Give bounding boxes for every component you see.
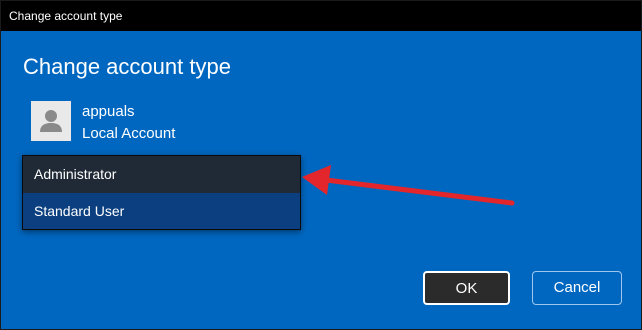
- user-avatar-icon: [31, 101, 71, 141]
- change-account-type-dialog: Change account type Change account type …: [0, 0, 642, 330]
- cancel-button[interactable]: Cancel: [532, 271, 622, 305]
- option-administrator[interactable]: Administrator: [23, 156, 300, 192]
- option-standard-user[interactable]: Standard User: [23, 193, 300, 229]
- window-title: Change account type: [9, 9, 123, 23]
- title-bar: Change account type: [1, 1, 641, 31]
- dialog-heading: Change account type: [23, 54, 231, 79]
- account-type-label: Local Account: [82, 125, 176, 142]
- ok-button[interactable]: OK: [423, 271, 510, 305]
- account-name: appuals: [82, 103, 135, 120]
- account-type-dropdown[interactable]: Administrator Standard User: [22, 155, 301, 230]
